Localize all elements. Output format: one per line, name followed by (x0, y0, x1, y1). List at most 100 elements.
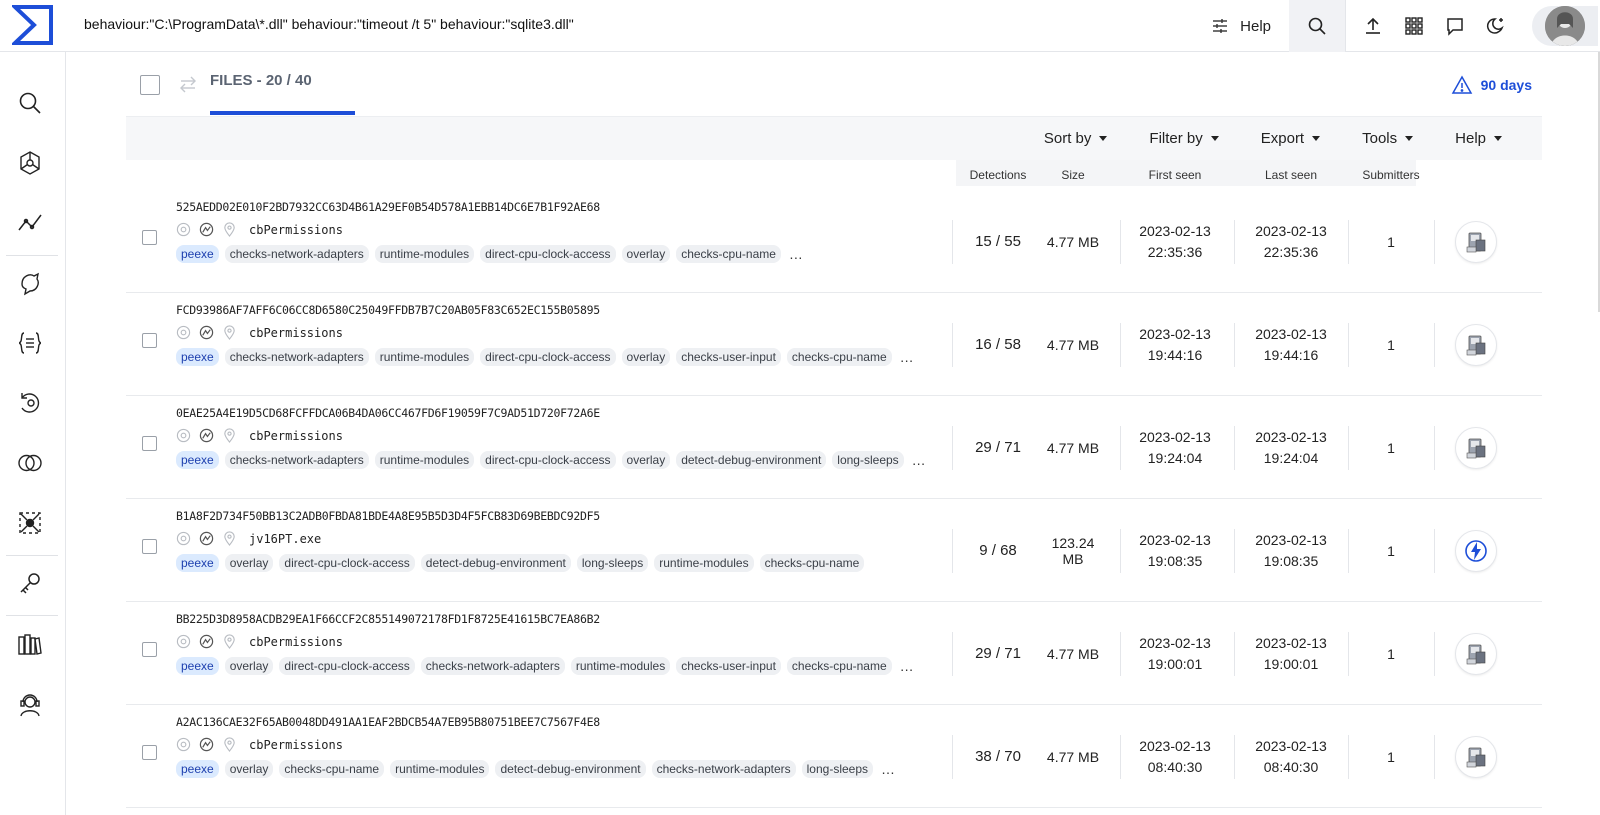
tag[interactable]: peexe (176, 451, 219, 469)
row-checkbox[interactable] (142, 333, 157, 348)
tag[interactable]: direct-cpu-clock-access (279, 657, 415, 675)
tag[interactable]: overlay (224, 554, 274, 572)
detections-value[interactable]: 9 / 68 (956, 499, 1040, 602)
file-name[interactable]: cbPermissions (249, 223, 343, 237)
file-name[interactable]: cbPermissions (249, 738, 343, 752)
export-dropdown[interactable]: Export (1261, 130, 1321, 147)
file-hash[interactable]: A2AC136CAE32F65AB0048DD491AA1EAF2BDCB54A… (176, 715, 600, 729)
api-key-icon[interactable] (17, 570, 43, 596)
tag[interactable]: checks-network-adapters (651, 760, 796, 778)
upload-icon[interactable] (1352, 0, 1393, 52)
tag[interactable]: direct-cpu-clock-access (279, 554, 415, 572)
trends-icon[interactable] (17, 210, 43, 236)
tag[interactable]: checks-network-adapters (224, 451, 369, 469)
tag[interactable]: checks-cpu-name (786, 657, 892, 675)
detections-value[interactable]: 29 / 71 (956, 602, 1040, 705)
yara-rules-icon[interactable] (17, 330, 43, 356)
graph-hub-icon[interactable] (17, 150, 43, 176)
tag[interactable]: runtime-modules (374, 348, 475, 366)
file-name[interactable]: cbPermissions (249, 326, 343, 340)
tag[interactable]: runtime-modules (570, 657, 671, 675)
row-checkbox[interactable] (142, 642, 157, 657)
col-last-seen[interactable]: Last seen (1240, 168, 1342, 182)
tag[interactable]: checks-network-adapters (224, 348, 369, 366)
file-hash[interactable]: 525AEDD02E010F2BD7932CC63D4B61A29EF0B54D… (176, 200, 600, 214)
col-submitters[interactable]: Submitters (1348, 168, 1434, 182)
detections-value[interactable]: 15 / 55 (956, 190, 1040, 293)
tag[interactable]: overlay (621, 348, 671, 366)
file-name[interactable]: cbPermissions (249, 429, 343, 443)
tag[interactable]: detect-debug-environment (676, 451, 827, 469)
col-detections[interactable]: Detections (956, 168, 1040, 182)
tab-files[interactable]: FILES - 20 / 40 (210, 72, 312, 89)
row-checkbox[interactable] (142, 230, 157, 245)
tag[interactable]: checks-user-input (676, 657, 781, 675)
file-name[interactable]: jv16PT.exe (249, 532, 321, 546)
more-tags-ellipsis[interactable]: … (900, 658, 914, 674)
more-tags-ellipsis[interactable]: … (789, 246, 803, 262)
installer-icon[interactable] (1455, 323, 1497, 366)
tag[interactable]: detect-debug-environment (495, 760, 646, 778)
apps-grid-icon[interactable] (1393, 0, 1434, 52)
dark-mode-icon[interactable] (1475, 0, 1516, 52)
tag[interactable]: runtime-modules (374, 451, 475, 469)
col-first-seen[interactable]: First seen (1124, 168, 1226, 182)
tag[interactable]: long-sleeps (576, 554, 649, 572)
tag[interactable]: checks-user-input (676, 348, 781, 366)
col-size[interactable]: Size (1040, 168, 1106, 182)
ninety-days-notice[interactable]: 90 days (1451, 74, 1532, 96)
table-row[interactable]: B1A8F2D734F50BB13C2ADB0FBDA81BDE4A8E95B5… (126, 499, 1542, 602)
detections-value[interactable]: 29 / 71 (956, 396, 1040, 499)
help-link[interactable]: Help (1240, 0, 1289, 52)
tools-dropdown[interactable]: Tools (1362, 130, 1414, 147)
sort-by-dropdown[interactable]: Sort by (1044, 130, 1108, 147)
tag[interactable]: runtime-modules (390, 760, 490, 778)
more-tags-ellipsis[interactable]: … (912, 452, 926, 468)
tag[interactable]: overlay (621, 451, 671, 469)
tag[interactable]: direct-cpu-clock-access (480, 451, 616, 469)
table-row[interactable]: A2AC136CAE32F65AB0048DD491AA1EAF2BDCB54A… (126, 705, 1542, 808)
file-name[interactable]: cbPermissions (249, 635, 343, 649)
tag[interactable]: long-sleeps (832, 451, 904, 469)
select-all-checkbox[interactable] (140, 75, 160, 95)
tag[interactable]: checks-cpu-name (786, 348, 892, 366)
more-tags-ellipsis[interactable]: … (900, 349, 914, 365)
row-checkbox[interactable] (142, 436, 157, 451)
row-checkbox[interactable] (142, 539, 157, 554)
tag[interactable]: checks-cpu-name (759, 554, 865, 572)
tag[interactable]: runtime-modules (374, 245, 475, 263)
row-checkbox[interactable] (142, 745, 157, 760)
tag[interactable]: direct-cpu-clock-access (480, 348, 616, 366)
hunting-icon[interactable] (17, 270, 43, 296)
table-row[interactable]: BB225D3D8958ACDB29EA1F66CCF2C85514907217… (126, 602, 1542, 705)
virustotal-logo[interactable] (12, 4, 54, 46)
tag[interactable]: direct-cpu-clock-access (480, 245, 616, 263)
table-row[interactable]: 0EAE25A4E19D5CD68FCFFDCA06B4DA06CC467FD6… (126, 396, 1542, 499)
tag[interactable]: checks-network-adapters (420, 657, 565, 675)
user-menu[interactable] (1532, 6, 1598, 46)
diff-icon[interactable] (17, 450, 43, 476)
retrohunt-icon[interactable] (17, 390, 43, 416)
tag[interactable]: overlay (621, 245, 671, 263)
tag[interactable]: overlay (224, 760, 274, 778)
tag[interactable]: detect-debug-environment (420, 554, 571, 572)
tag[interactable]: checks-cpu-name (676, 245, 781, 263)
tag[interactable]: long-sleeps (801, 760, 874, 778)
installer-icon[interactable] (1455, 632, 1497, 675)
file-hash[interactable]: 0EAE25A4E19D5CD68FCFFDCA06B4DA06CC467FD6… (176, 406, 600, 420)
tag[interactable]: peexe (176, 760, 219, 778)
detections-value[interactable]: 38 / 70 (956, 705, 1040, 808)
search-query-input[interactable]: behaviour:"C:\ProgramData\*.dll" behavio… (84, 16, 574, 32)
tag[interactable]: peexe (176, 657, 219, 675)
tag[interactable]: peexe (176, 245, 219, 263)
tag[interactable]: overlay (224, 657, 274, 675)
installer-icon[interactable] (1455, 426, 1497, 469)
search-button[interactable] (1289, 0, 1345, 52)
swap-icon[interactable] (178, 74, 198, 94)
detections-value[interactable]: 16 / 58 (956, 293, 1040, 396)
search-icon[interactable] (17, 90, 43, 116)
file-hash[interactable]: B1A8F2D734F50BB13C2ADB0FBDA81BDE4A8E95B5… (176, 509, 600, 523)
table-row[interactable]: FCD93986AF7AFF6C06CC8D6580C25049FFDB7B7C… (126, 293, 1542, 396)
tag[interactable]: checks-network-adapters (224, 245, 369, 263)
filter-settings-icon[interactable] (1200, 0, 1240, 52)
